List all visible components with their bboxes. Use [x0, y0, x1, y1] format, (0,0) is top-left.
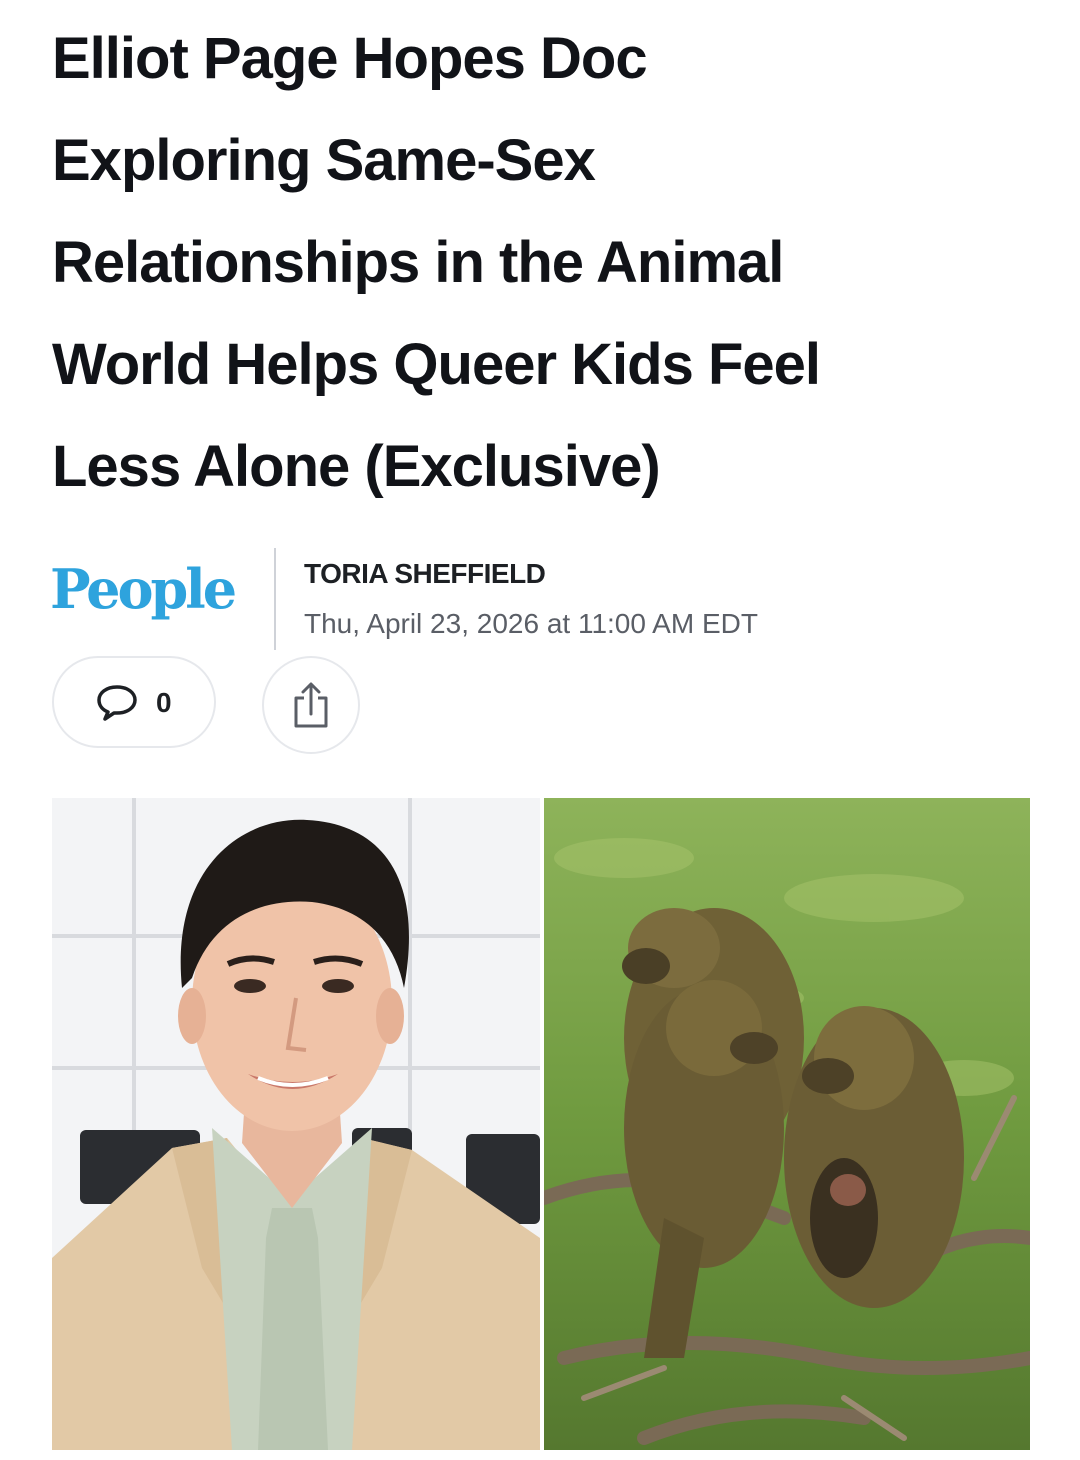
- portrait-illustration: [52, 798, 540, 1450]
- speech-bubble-icon: [97, 685, 137, 721]
- baboons-photo: [544, 798, 1030, 1450]
- share-button[interactable]: [262, 656, 360, 754]
- share-icon: [294, 682, 328, 728]
- headline-line: World Helps Queer Kids Feel: [52, 332, 821, 397]
- author-name[interactable]: TORIA SHEFFIELD: [304, 558, 546, 590]
- portrait-photo: [52, 798, 540, 1450]
- byline: People TORIA SHEFFIELD Thu, April 23, 20…: [50, 548, 950, 652]
- article-actions: 0: [52, 656, 452, 756]
- publish-date: Thu, April 23, 2026 at 11:00 AM EDT: [304, 608, 758, 639]
- byline-divider: [274, 548, 276, 650]
- baboons-illustration: [544, 798, 1030, 1450]
- comment-count: 0: [156, 687, 172, 718]
- headline-line: Elliot Page Hopes Doc: [52, 26, 648, 91]
- publisher-logo[interactable]: People: [50, 554, 237, 624]
- comments-button[interactable]: 0: [52, 656, 216, 748]
- headline-line: Less Alone (Exclusive): [52, 434, 661, 499]
- headline-line: Relationships in the Animal: [52, 230, 784, 295]
- article-headline: Elliot Page Hopes Doc Exploring Same-Sex…: [52, 8, 1042, 518]
- headline-line: Exploring Same-Sex: [52, 128, 596, 193]
